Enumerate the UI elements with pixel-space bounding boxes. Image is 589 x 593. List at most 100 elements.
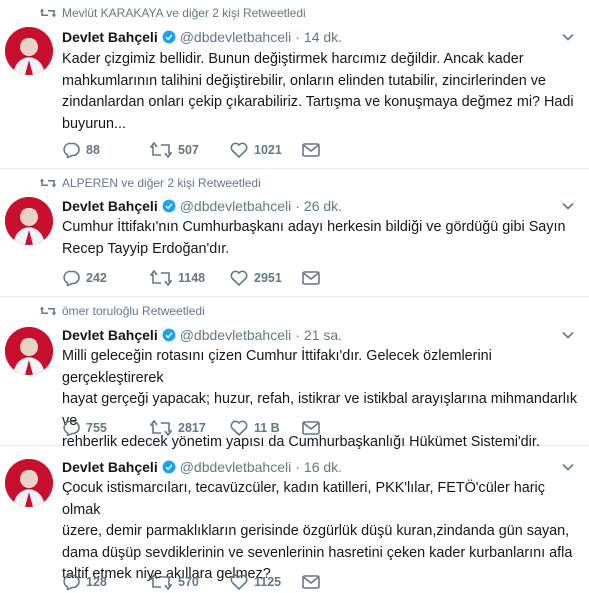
action-bar: 88 507 1021	[62, 139, 322, 161]
avatar[interactable]	[5, 327, 53, 375]
direct-message-button[interactable]	[302, 575, 322, 589]
retweet-button[interactable]: 2817	[150, 420, 230, 436]
chevron-down-icon[interactable]	[561, 199, 575, 213]
retweet-context: ömer toruloğlu Retweetledi	[39, 303, 205, 319]
separator-dot: ·	[295, 198, 300, 214]
like-icon	[230, 420, 248, 436]
direct-message-icon	[302, 143, 320, 157]
verified-badge-icon	[162, 460, 176, 474]
author-handle[interactable]: @dbdevletbahceli	[180, 459, 292, 475]
retweet-context: ALPEREN ve diğer 2 kişi Retweetledi	[39, 175, 261, 191]
retweet-count: 2817	[178, 421, 206, 435]
retweet-button[interactable]: 1148	[150, 270, 230, 286]
avatar[interactable]	[5, 27, 53, 75]
tweet[interactable]: Mevlüt KARAKAYA ve diğer 2 kişi Retweetl…	[0, 0, 589, 169]
retweet-icon	[39, 178, 57, 188]
like-count: 2951	[254, 271, 282, 285]
like-icon	[230, 142, 248, 158]
separator-dot: ·	[295, 29, 300, 45]
separator-dot: ·	[295, 459, 300, 475]
reply-icon	[63, 270, 80, 286]
tweet-header: Devlet Bahçeli @dbdevletbahceli · 14 dk.	[62, 27, 575, 47]
direct-message-icon	[302, 271, 320, 285]
avatar[interactable]	[5, 197, 53, 245]
profile-photo	[5, 197, 53, 245]
chevron-down-icon[interactable]	[561, 30, 575, 44]
timeline-feed: Mevlüt KARAKAYA ve diğer 2 kişi Retweetl…	[0, 0, 589, 593]
author-handle[interactable]: @dbdevletbahceli	[180, 198, 292, 214]
tweet-text: Cumhur İttifakı'nın Cumhurbaşkanı adayı …	[62, 219, 566, 257]
reply-icon	[63, 574, 80, 590]
direct-message-button[interactable]	[302, 143, 322, 157]
reply-count: 88	[86, 143, 100, 157]
verified-badge-icon	[162, 30, 176, 44]
like-count: 1125	[254, 575, 282, 589]
author-name[interactable]: Devlet Bahçeli	[62, 459, 158, 475]
reply-icon	[63, 142, 80, 158]
author-name[interactable]: Devlet Bahçeli	[62, 327, 158, 343]
retweet-count: 1148	[178, 271, 206, 285]
separator-dot: ·	[295, 327, 300, 343]
retweet-count: 570	[178, 575, 199, 589]
direct-message-button[interactable]	[302, 421, 322, 435]
reply-button[interactable]: 128	[62, 574, 150, 590]
retweet-icon	[39, 8, 57, 18]
retweet-icon	[150, 420, 172, 436]
action-bar: 128 570 1125	[62, 571, 322, 593]
profile-photo	[5, 327, 53, 375]
like-count: 1021	[254, 143, 282, 157]
tweet-header: Devlet Bahçeli @dbdevletbahceli · 21 sa.	[62, 325, 575, 345]
retweet-button[interactable]: 570	[150, 574, 230, 590]
tweet-header: Devlet Bahçeli @dbdevletbahceli · 16 dk.	[62, 457, 575, 477]
direct-message-button[interactable]	[302, 271, 322, 285]
timestamp[interactable]: 26 dk.	[304, 198, 342, 214]
like-button[interactable]: 1125	[230, 574, 302, 590]
timestamp[interactable]: 21 sa.	[304, 327, 342, 343]
tweet-header: Devlet Bahçeli @dbdevletbahceli · 26 dk.	[62, 196, 575, 216]
chevron-down-icon[interactable]	[561, 328, 575, 342]
retweet-context-text[interactable]: Mevlüt KARAKAYA ve diğer 2 kişi Retweetl…	[62, 6, 306, 20]
like-icon	[230, 270, 248, 286]
tweet[interactable]: ömer toruloğlu Retweetledi Devlet Bahçel…	[0, 297, 589, 450]
tweet-text: Çocuk istismarcıları, tecavüzcüler, kadı…	[62, 480, 573, 582]
like-button[interactable]: 11 B	[230, 420, 302, 436]
profile-photo	[5, 459, 53, 507]
retweet-icon	[39, 306, 57, 316]
retweet-context-text[interactable]: ALPEREN ve diğer 2 kişi Retweetledi	[62, 176, 261, 190]
timestamp[interactable]: 16 dk.	[304, 459, 342, 475]
direct-message-icon	[302, 421, 320, 435]
reply-button[interactable]: 242	[62, 270, 150, 286]
verified-badge-icon	[162, 328, 176, 342]
reply-count: 242	[86, 271, 107, 285]
retweet-icon	[150, 574, 172, 590]
author-handle[interactable]: @dbdevletbahceli	[180, 29, 292, 45]
direct-message-icon	[302, 575, 320, 589]
retweet-context-text[interactable]: ömer toruloğlu Retweetledi	[62, 304, 205, 318]
reply-button[interactable]: 88	[62, 142, 150, 158]
retweet-icon	[150, 270, 172, 286]
reply-count: 128	[86, 575, 107, 589]
timestamp[interactable]: 14 dk.	[304, 29, 342, 45]
like-count: 11 B	[254, 421, 280, 435]
tweet-text: Kader çizgimiz bellidir. Bunun değiştirm…	[62, 51, 574, 132]
chevron-down-icon[interactable]	[561, 460, 575, 474]
reply-button[interactable]: 755	[62, 420, 150, 436]
reply-count: 755	[86, 421, 107, 435]
retweet-context: Mevlüt KARAKAYA ve diğer 2 kişi Retweetl…	[39, 5, 306, 21]
action-bar: 242 1148 2951	[62, 267, 322, 289]
retweet-button[interactable]: 507	[150, 142, 230, 158]
profile-photo	[5, 27, 53, 75]
author-name[interactable]: Devlet Bahçeli	[62, 198, 158, 214]
retweet-icon	[150, 142, 172, 158]
like-icon	[230, 574, 248, 590]
like-button[interactable]: 2951	[230, 270, 302, 286]
action-bar: 755 2817 11 B	[62, 417, 322, 439]
verified-badge-icon	[162, 199, 176, 213]
author-handle[interactable]: @dbdevletbahceli	[180, 327, 292, 343]
author-name[interactable]: Devlet Bahçeli	[62, 29, 158, 45]
tweet[interactable]: ALPEREN ve diğer 2 kişi Retweetledi Devl…	[0, 169, 589, 297]
like-button[interactable]: 1021	[230, 142, 302, 158]
retweet-count: 507	[178, 143, 199, 157]
avatar[interactable]	[5, 459, 53, 507]
tweet[interactable]: Devlet Bahçeli @dbdevletbahceli · 16 dk.…	[0, 446, 589, 593]
